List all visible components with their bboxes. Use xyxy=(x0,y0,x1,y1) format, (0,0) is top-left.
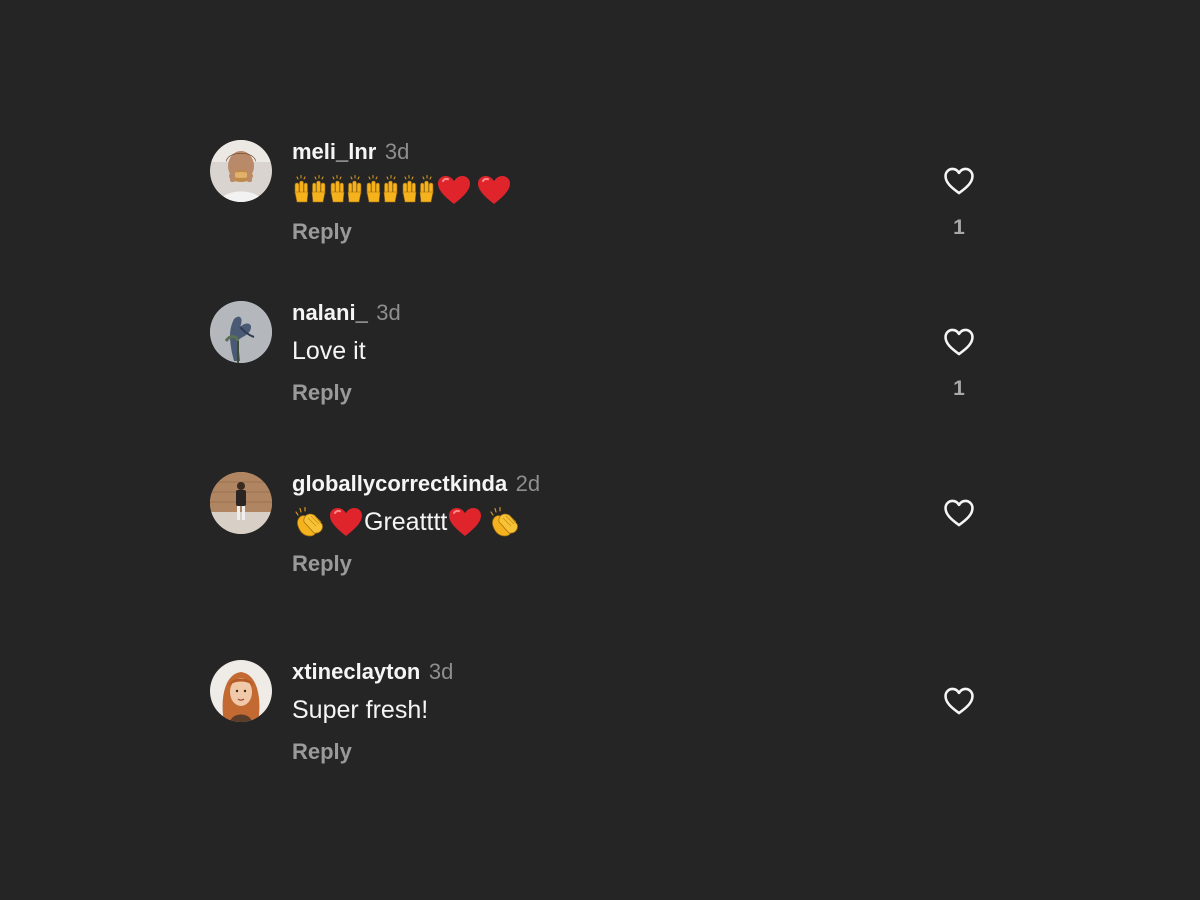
red-heart-icon xyxy=(476,174,512,206)
timestamp: 3d xyxy=(384,139,410,164)
comment-header: meli_lnr 3d xyxy=(292,140,512,164)
red-heart-icon xyxy=(328,506,364,538)
like-count: 1 xyxy=(953,377,965,400)
comment-text xyxy=(292,174,512,206)
comment-item: globallycorrectkinda 2d Greatttt Reply xyxy=(210,472,990,602)
raising-hands-icon xyxy=(328,174,364,206)
reply-button[interactable]: Reply xyxy=(292,552,540,576)
heart-outline-icon xyxy=(941,325,977,359)
like-button[interactable] xyxy=(941,496,977,530)
comment-text: Love it xyxy=(292,337,366,365)
heart-outline-icon xyxy=(941,164,977,198)
red-heart-icon xyxy=(447,506,483,538)
red-heart-icon xyxy=(436,174,472,206)
clapping-hands-icon xyxy=(487,506,523,538)
comment-item: xtineclayton 3d Super fresh! Reply xyxy=(210,660,990,790)
avatar[interactable] xyxy=(210,472,272,534)
comment-body: globallycorrectkinda 2d Greatttt Reply xyxy=(292,472,540,576)
like-button[interactable] xyxy=(941,325,977,359)
like-button[interactable] xyxy=(941,684,977,718)
avatar[interactable] xyxy=(210,301,272,363)
comment-header: globallycorrectkinda 2d xyxy=(292,472,540,496)
username[interactable]: meli_lnr xyxy=(292,139,376,164)
timestamp: 3d xyxy=(428,659,454,684)
comment-header: xtineclayton 3d xyxy=(292,660,453,684)
comment-text: Super fresh! xyxy=(292,696,429,724)
clapping-hands-icon xyxy=(292,506,328,538)
username[interactable]: globallycorrectkinda xyxy=(292,471,507,496)
reply-button[interactable]: Reply xyxy=(292,740,453,764)
comment-header: nalani_ 3d xyxy=(292,301,401,325)
username[interactable]: xtineclayton xyxy=(292,659,420,684)
comment-body: xtineclayton 3d Super fresh! Reply xyxy=(292,660,453,764)
avatar[interactable] xyxy=(210,660,272,722)
comment-body: nalani_ 3d Love it Reply xyxy=(292,301,401,405)
timestamp: 3d xyxy=(376,300,401,325)
comment-body: meli_lnr 3d Reply xyxy=(292,140,512,244)
raising-hands-icon xyxy=(400,174,436,206)
like-count: 1 xyxy=(953,216,965,239)
raising-hands-icon xyxy=(364,174,400,206)
comment-text: Greatttt xyxy=(292,506,540,538)
username[interactable]: nalani_ xyxy=(292,300,368,325)
reply-button[interactable]: Reply xyxy=(292,381,401,405)
comment-item: meli_lnr 3d Reply 1 xyxy=(210,140,990,270)
timestamp: 2d xyxy=(515,471,541,496)
avatar[interactable] xyxy=(210,140,272,202)
comment-item: nalani_ 3d Love it Reply 1 xyxy=(210,301,990,431)
like-button[interactable] xyxy=(941,164,977,198)
heart-outline-icon xyxy=(941,684,977,718)
heart-outline-icon xyxy=(941,496,977,530)
reply-button[interactable]: Reply xyxy=(292,220,512,244)
raising-hands-icon xyxy=(292,174,328,206)
comment-word: Greatttt xyxy=(364,508,448,536)
